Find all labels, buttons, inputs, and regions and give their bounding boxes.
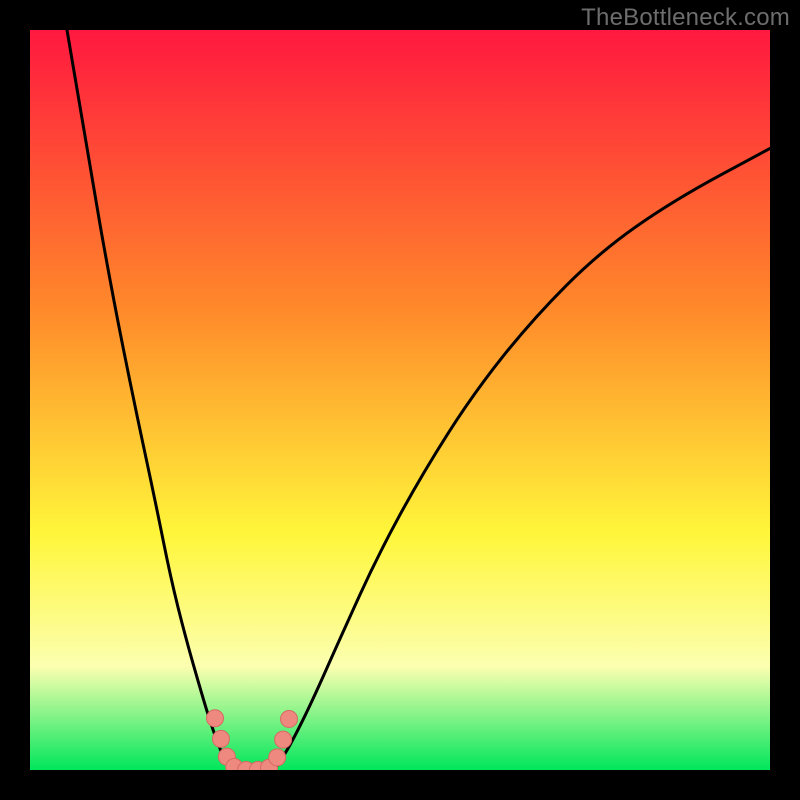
data-marker [212,730,229,747]
plot-svg [30,30,770,770]
data-marker [269,749,286,766]
data-marker [207,710,224,727]
plot-area [30,30,770,770]
data-marker [281,710,298,727]
watermark-text: TheBottleneck.com [581,4,790,32]
gradient-background [30,30,770,770]
chart-frame: TheBottleneck.com [0,0,800,800]
data-marker [275,731,292,748]
